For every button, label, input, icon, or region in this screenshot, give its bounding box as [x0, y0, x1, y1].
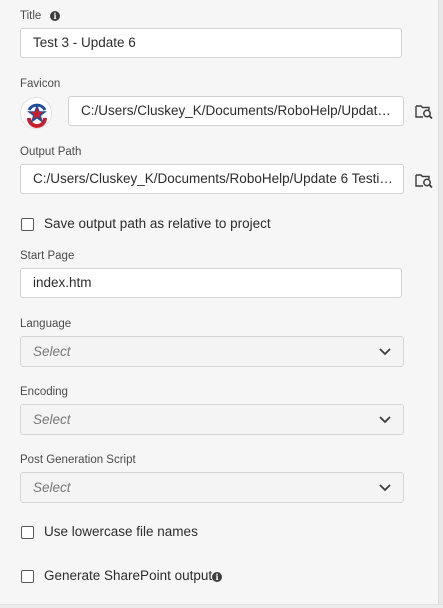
star-badge-icon	[22, 99, 51, 128]
encoding-select[interactable]: Select	[20, 404, 404, 435]
sharepoint-info-icon[interactable]: i	[212, 572, 222, 582]
settings-panel: Title i Test 3 - Update 6 Favicon C:/Use…	[0, 0, 443, 608]
sharepoint-label: Generate SharePoint output	[44, 568, 213, 583]
title-info-icon[interactable]: i	[50, 11, 60, 21]
favicon-label: Favicon	[20, 78, 61, 90]
post-generation-select[interactable]: Select	[20, 472, 404, 503]
relative-path-label: Save output path as relative to project	[44, 216, 271, 231]
output-path-browse-icon[interactable]	[415, 172, 433, 188]
encoding-label: Encoding	[20, 386, 68, 398]
encoding-selected-value: Select	[33, 412, 71, 427]
chevron-down-icon	[379, 484, 391, 492]
language-label: Language	[20, 318, 72, 330]
language-selected-value: Select	[33, 344, 71, 359]
output-path-label: Output Path	[20, 146, 82, 158]
panel-right-border	[438, 0, 443, 608]
post-generation-selected-value: Select	[33, 480, 71, 495]
chevron-down-icon	[379, 416, 391, 424]
sharepoint-checkbox[interactable]	[21, 570, 34, 583]
relative-path-checkbox[interactable]	[21, 218, 34, 231]
post-generation-label: Post Generation Script	[20, 454, 136, 466]
title-label: Title	[20, 10, 42, 22]
favicon-browse-icon[interactable]	[415, 103, 433, 119]
lowercase-checkbox[interactable]	[21, 526, 34, 539]
language-select[interactable]: Select	[20, 336, 404, 367]
chevron-down-icon	[379, 348, 391, 356]
title-input[interactable]: Test 3 - Update 6	[20, 28, 402, 58]
panel-bottom-border	[0, 604, 443, 608]
favicon-path-input[interactable]: C:/Users/Cluskey_K/Documents/RoboHelp/Up…	[68, 96, 404, 126]
output-path-input[interactable]: C:/Users/Cluskey_K/Documents/RoboHelp/Up…	[20, 164, 404, 194]
lowercase-label: Use lowercase file names	[44, 524, 198, 539]
start-page-input[interactable]: index.htm	[20, 268, 402, 298]
favicon-preview	[20, 97, 52, 129]
start-page-label: Start Page	[20, 250, 75, 262]
